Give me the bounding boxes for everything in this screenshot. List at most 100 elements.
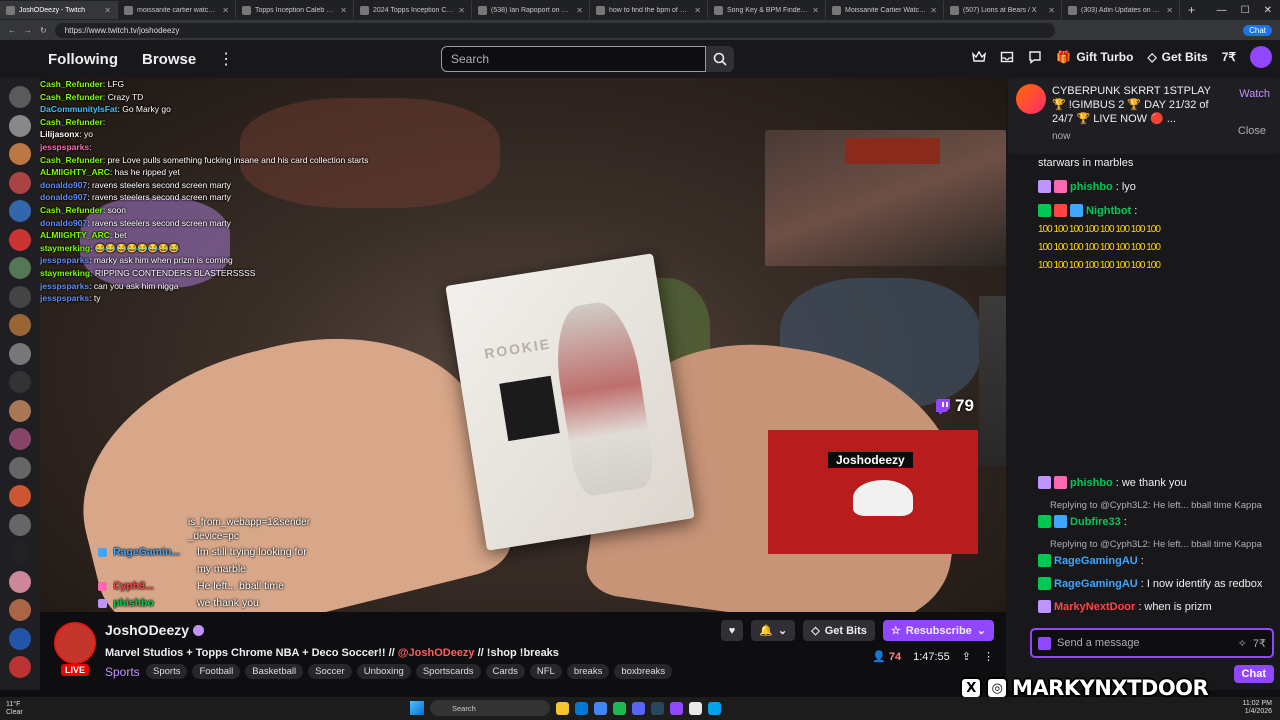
resubscribe-button[interactable]: ☆ Resubscribe ⌄: [882, 620, 994, 641]
sidebar-channel-avatar[interactable]: [9, 399, 31, 422]
twitch-app-icon[interactable]: [670, 701, 683, 715]
taskbar-clock[interactable]: 11:02 PM 1/4/2026: [1243, 700, 1272, 716]
sidebar-channel-avatar[interactable]: [9, 114, 31, 137]
more-options-icon[interactable]: ⋮: [983, 650, 994, 663]
stream-tag[interactable]: boxbreaks: [614, 664, 673, 679]
search-input[interactable]: Search: [441, 46, 706, 72]
taskbar-search[interactable]: Search: [430, 700, 550, 716]
chat-username[interactable]: phishbo: [1070, 477, 1113, 489]
chat-username[interactable]: RageGamingAU: [1054, 555, 1138, 567]
stream-tag[interactable]: Unboxing: [356, 664, 411, 679]
browser-tab[interactable]: 2024 Topps Inception Caleb Wi... ✕: [354, 1, 472, 19]
sidebar-channel-avatar[interactable]: [9, 599, 31, 621]
sidebar-channel-avatar[interactable]: [9, 542, 31, 564]
maximize-icon[interactable]: ☐: [1241, 5, 1250, 16]
browser-tab[interactable]: moissanite cartier watch rainbo... ✕: [118, 1, 236, 19]
close-tab-icon[interactable]: ✕: [222, 6, 229, 15]
user-avatar[interactable]: [1250, 46, 1272, 68]
sidebar-channel-avatar[interactable]: [9, 171, 31, 194]
chat-input[interactable]: Send a message ✧ 7₹: [1030, 628, 1274, 658]
stream-tag[interactable]: Sportscards: [415, 664, 481, 679]
browser-tab[interactable]: Moissanite Cartier Watch - Custo... ✕: [826, 1, 944, 19]
prime-icon[interactable]: 7₹: [1253, 637, 1266, 650]
close-tab-icon[interactable]: ✕: [1166, 6, 1173, 15]
back-icon[interactable]: ←: [8, 26, 16, 35]
sidebar-channel-avatar[interactable]: [9, 485, 31, 507]
stream-tag[interactable]: Basketball: [245, 664, 304, 679]
sidebar-channel-avatar[interactable]: [9, 86, 31, 108]
browser-tab[interactable]: (303) Adin Updates on X: "Adin ... ✕: [1062, 1, 1180, 19]
search-button[interactable]: [706, 46, 734, 72]
browser-tab[interactable]: JoshODeezy - Twitch ✕: [0, 1, 118, 19]
weather-widget[interactable]: 11°F Clear: [6, 701, 23, 717]
url-field[interactable]: https://www.twitch.tv/joshodeezy: [54, 22, 1055, 38]
spotify-icon[interactable]: [613, 701, 626, 715]
sidebar-channel-avatar[interactable]: [9, 342, 31, 365]
notification-watch-button[interactable]: Watch: [1239, 88, 1270, 100]
browser-tab[interactable]: Topps Inception Caleb Williams... ✕: [236, 1, 354, 19]
chat-username[interactable]: MarkyNextDoor: [1054, 601, 1135, 613]
video-player[interactable]: ROOKIE 79 Joshodeezy Cash_Refunder: LFG C…: [40, 78, 1006, 612]
file-explorer-icon[interactable]: [556, 701, 569, 715]
close-tab-icon[interactable]: ✕: [1048, 6, 1055, 15]
notifications-button[interactable]: 🔔 ⌄: [751, 620, 796, 641]
chat-username[interactable]: Nightbot: [1086, 205, 1131, 217]
close-tab-icon[interactable]: ✕: [812, 6, 819, 15]
inbox-icon[interactable]: [1000, 50, 1014, 64]
sidebar-channel-avatar[interactable]: [9, 200, 31, 222]
sidebar-channel-avatar[interactable]: [9, 656, 31, 678]
twitch-prime-icon[interactable]: 7₹: [1222, 50, 1236, 64]
stream-tag[interactable]: Football: [192, 664, 241, 679]
stream-tag[interactable]: NFL: [529, 664, 562, 679]
sidebar-channel-avatar[interactable]: [9, 371, 31, 393]
following-link[interactable]: Following: [48, 51, 118, 68]
stream-tag[interactable]: Soccer: [308, 664, 352, 679]
sidebar-channel-avatar[interactable]: [9, 143, 31, 165]
notification-close-button[interactable]: Close: [1238, 125, 1266, 137]
browser-tab[interactable]: how to find the bpm of a song -... ✕: [590, 1, 708, 19]
close-tab-icon[interactable]: ✕: [458, 6, 465, 15]
more-menu-icon[interactable]: ⋮: [218, 49, 234, 69]
chat-username[interactable]: phishbo: [1070, 181, 1113, 193]
reload-icon[interactable]: ↻: [40, 26, 47, 35]
sidebar-channel-avatar[interactable]: [9, 285, 31, 308]
close-window-icon[interactable]: ✕: [1264, 5, 1272, 16]
browser-tab[interactable]: (507) Lions at Bears / X ✕: [944, 1, 1062, 19]
bits-cheer-icon[interactable]: ✧: [1238, 637, 1247, 650]
gift-turbo-button[interactable]: 🎁 Gift Turbo: [1056, 50, 1133, 64]
close-tab-icon[interactable]: ✕: [340, 6, 347, 15]
close-tab-icon[interactable]: ✕: [576, 6, 583, 15]
new-tab-button[interactable]: +: [1180, 3, 1203, 17]
follow-heart-button[interactable]: ♥: [720, 620, 744, 641]
chrome-chat-button[interactable]: Chat: [1243, 24, 1272, 36]
whispers-icon[interactable]: [1028, 50, 1042, 64]
stream-tag[interactable]: Cards: [485, 664, 525, 679]
discord-icon[interactable]: [632, 701, 645, 715]
sidebar-channel-avatar[interactable]: [9, 314, 31, 336]
close-tab-icon[interactable]: ✕: [930, 6, 937, 15]
store-icon[interactable]: [708, 701, 721, 715]
browse-link[interactable]: Browse: [142, 51, 196, 68]
chat-username[interactable]: Dubfire33: [1070, 516, 1121, 528]
sidebar-channel-avatar[interactable]: [9, 456, 31, 479]
minimize-icon[interactable]: —: [1217, 5, 1227, 16]
sidebar-channel-avatar[interactable]: [9, 627, 31, 650]
sidebar-channel-avatar[interactable]: [9, 257, 31, 279]
header-get-bits-button[interactable]: ◇ Get Bits: [1147, 50, 1207, 64]
sidebar-channel-avatar[interactable]: [9, 570, 31, 593]
windows-start-icon[interactable]: [410, 701, 424, 715]
obs-icon[interactable]: [689, 701, 702, 715]
stream-tag[interactable]: breaks: [566, 664, 610, 679]
browser-tab[interactable]: (538) Ian Rapoport on X: "Vinta...✕: [472, 1, 590, 19]
stream-tag[interactable]: Sports: [146, 664, 188, 679]
steam-icon[interactable]: [651, 701, 664, 715]
sidebar-channel-avatar[interactable]: [9, 228, 31, 251]
browser-tab[interactable]: Song Key & BPM Finder | Tunebat ✕: [708, 1, 826, 19]
close-tab-icon[interactable]: ✕: [694, 6, 701, 15]
channel-avatar[interactable]: [54, 622, 96, 664]
edge-icon[interactable]: [575, 701, 588, 715]
close-tab-icon[interactable]: ✕: [104, 6, 111, 15]
chat-send-button[interactable]: Chat: [1233, 665, 1274, 683]
crown-icon[interactable]: [972, 50, 987, 64]
forward-icon[interactable]: →: [24, 26, 32, 35]
